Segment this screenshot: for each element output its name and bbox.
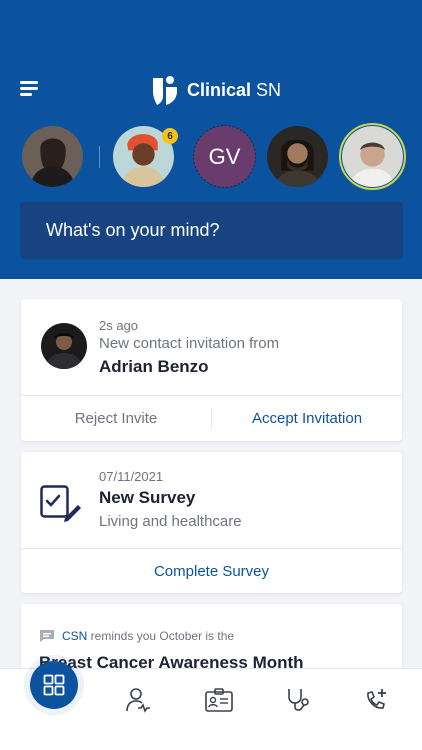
nav-phone-add[interactable] [361,685,391,715]
dashboard-icon [43,674,65,696]
survey-card: 07/11/2021 New Survey Living and healthc… [21,452,402,593]
nav-dashboard-button[interactable] [30,661,78,709]
survey-date: 07/11/2021 [99,469,164,484]
invitation-card: 2s ago New contact invitation from Adria… [21,299,402,441]
doctor-profile-icon [126,688,150,713]
stethoscope-icon [288,689,309,711]
survey-subtitle: Living and healthcare [99,513,242,530]
complete-survey-button[interactable]: Complete Survey [21,563,402,580]
survey-title: New Survey [99,488,196,507]
chat-bubble-icon [39,629,55,648]
nav-stethoscope[interactable] [283,685,313,715]
invitation-actions: Reject Invite Accept Invitation [21,395,402,440]
whats-on-your-mind-input[interactable]: What's on your mind? [20,202,403,259]
phone-add-icon [367,689,386,709]
story-avatar[interactable] [342,126,403,187]
app-logo: Clinical SN [151,74,281,107]
nav-id-card[interactable] [204,685,234,715]
story-avatar[interactable]: GV [194,126,255,187]
story-avatar[interactable] [267,126,328,187]
composer-placeholder: What's on your mind? [46,220,220,240]
story-badge: 6 [162,128,178,144]
nav-doctor-profile[interactable] [123,685,153,715]
id-card-icon [205,688,233,712]
survey-actions: Complete Survey [21,548,402,593]
reminder-message: CSN reminds you October is the [62,629,235,643]
story-divider [99,146,100,168]
invitation-time: 2s ago [99,318,139,333]
invitation-name[interactable]: Adrian Benzo [99,357,209,377]
app-title: Clinical SN [187,80,282,100]
reminder-source[interactable]: CSN [62,629,87,643]
accept-invitation-button[interactable]: Accept Invitation [212,410,402,427]
clinical-logo-icon [153,76,177,105]
contact-avatar[interactable] [41,323,87,369]
menu-icon[interactable] [20,81,38,97]
story-initials: GV [208,143,241,169]
story-avatar[interactable] [22,126,83,187]
reject-invite-button[interactable]: Reject Invite [21,410,211,427]
survey-icon [40,485,82,528]
invitation-message: New contact invitation from [99,335,280,352]
